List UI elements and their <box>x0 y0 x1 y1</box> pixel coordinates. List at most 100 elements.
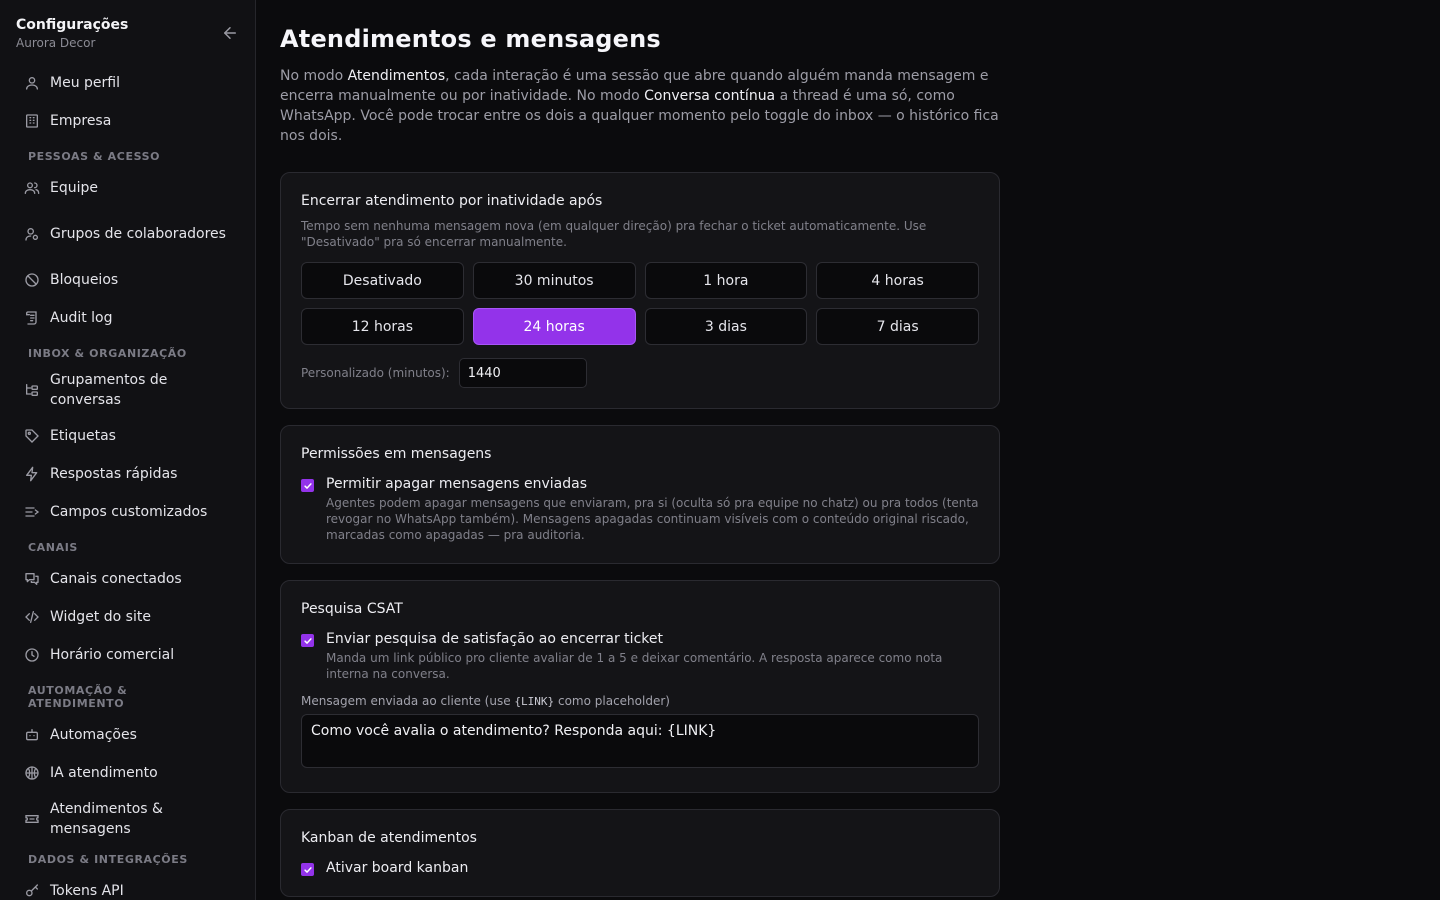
inactivity-option-button[interactable]: 3 dias <box>644 308 808 345</box>
sidebar-section-title: Automação & atendimento <box>28 684 128 710</box>
intro-highlight: Conversa contínua <box>644 88 776 104</box>
permissions-title: Permissões em mensagens <box>301 446 492 462</box>
sidebar-item-meu-perfil[interactable]: Meu perfil <box>12 64 243 102</box>
inactivity-card: Encerrar atendimento por inatividade apó… <box>280 172 1000 409</box>
inactivity-option-button[interactable]: 4 horas <box>816 262 979 299</box>
sidebar-item-empresa[interactable]: Empresa <box>12 102 243 140</box>
sidebar-item-label: Horário comercial <box>50 647 175 663</box>
csat-row: Enviar pesquisa de satisfação ao encerra… <box>301 631 979 682</box>
sidebar-item-horario[interactable]: Horário comercial <box>12 636 243 674</box>
sidebar-item-label: Tokens API <box>50 883 124 899</box>
sidebar-item-ia[interactable]: IA atendimento <box>12 754 243 792</box>
sidebar-item-label: Atendimentos & mensagens <box>50 801 163 837</box>
sidebar-section-title: Pessoas & acesso <box>28 150 161 163</box>
custom-minutes-row: Personalizado (minutos): <box>301 358 979 388</box>
intro-highlight: Atendimentos <box>347 68 446 84</box>
app-root: Configurações Aurora Decor Meu perfil Em… <box>0 0 1440 900</box>
tag-icon <box>24 428 40 444</box>
user-icon <box>24 75 40 91</box>
permissions-card: Permissões em mensagens Permitir apagar … <box>280 425 1000 564</box>
sidebar-item-grupamentos[interactable]: Grupamentos de conversas <box>12 366 243 414</box>
ban-icon <box>24 272 40 288</box>
kanban-card: Kanban de atendimentos Ativar board kanb… <box>280 809 1000 897</box>
sidebar-item-equipe[interactable]: Equipe <box>12 169 243 207</box>
collapse-sidebar-icon[interactable] <box>221 24 239 42</box>
sidebar-item-respostas-rapidas[interactable]: Respostas rápidas <box>12 455 243 493</box>
csat-message-label-text: Mensagem enviada ao cliente (use <box>301 694 515 708</box>
sidebar-item-label: Etiquetas <box>50 428 116 444</box>
folder-tree-icon <box>24 382 40 398</box>
sidebar-item-label: Grupos de colaboradores <box>50 226 226 242</box>
sidebar-item-label: Bloqueios <box>50 272 119 288</box>
sidebar-item-label: Grupamentos de conversas <box>50 372 168 408</box>
page-title: Atendimentos e mensagens <box>280 25 661 53</box>
delete-messages-checkbox[interactable] <box>301 479 314 492</box>
sidebar-item-campos-customizados[interactable]: Campos customizados <box>12 493 243 531</box>
sidebar-item-label: Canais conectados <box>50 571 182 587</box>
sidebar-item-label: Widget do site <box>50 609 151 625</box>
brain-icon <box>24 765 40 781</box>
settings-sidebar: Configurações Aurora Decor Meu perfil Em… <box>0 0 256 900</box>
chat-bubbles-icon <box>24 571 40 587</box>
delete-messages-help: Agentes podem apagar mensagens que envia… <box>326 496 979 542</box>
sidebar-item-widget[interactable]: Widget do site <box>12 598 243 636</box>
zap-icon <box>24 466 40 482</box>
csat-checkbox[interactable] <box>301 634 314 647</box>
sidebar-item-label: Empresa <box>50 113 112 129</box>
kanban-row: Ativar board kanban <box>301 860 979 876</box>
inactivity-option-button[interactable]: 12 horas <box>301 308 464 345</box>
inactivity-option-button[interactable]: 24 horas <box>472 308 636 345</box>
sidebar-item-bloqueios[interactable]: Bloqueios <box>12 261 243 299</box>
kanban-title: Kanban de atendimentos <box>301 830 477 846</box>
sidebar-subtitle: Aurora Decor <box>16 36 96 50</box>
user-group-icon <box>24 226 40 242</box>
custom-minutes-label: Personalizado (minutos): <box>301 366 450 380</box>
custom-minutes-input[interactable] <box>458 358 587 388</box>
sidebar-item-canais-conectados[interactable]: Canais conectados <box>12 560 243 598</box>
bot-icon <box>24 727 40 743</box>
sidebar-item-automacoes[interactable]: Automações <box>12 716 243 754</box>
form-list-icon <box>24 504 40 520</box>
code-icon <box>24 609 40 625</box>
inactivity-option-button[interactable]: 1 hora <box>644 262 808 299</box>
csat-label: Enviar pesquisa de satisfação ao encerra… <box>326 631 663 647</box>
sidebar-item-audit-log[interactable]: Audit log <box>12 299 243 337</box>
sidebar-item-label: Automações <box>50 727 137 743</box>
sidebar-item-label: Campos customizados <box>50 504 208 520</box>
sidebar-item-grupos[interactable]: Grupos de colaboradores <box>12 210 243 258</box>
check-icon <box>303 637 312 644</box>
csat-title: Pesquisa CSAT <box>301 601 403 617</box>
intro-text: No modo <box>280 68 348 84</box>
sidebar-item-label: Audit log <box>50 310 113 326</box>
inactivity-description: Tempo sem nenhuma mensagem nova (em qual… <box>301 219 927 249</box>
sidebar-item-label: Meu perfil <box>50 75 120 91</box>
kanban-checkbox[interactable] <box>301 863 314 876</box>
sidebar-header: Configurações Aurora Decor <box>0 0 255 64</box>
sidebar-item-label: IA atendimento <box>50 765 158 781</box>
csat-placeholder-code: {LINK} <box>514 695 555 708</box>
sidebar-section-title: Canais <box>28 541 78 554</box>
inactivity-option-button[interactable]: 30 minutos <box>472 262 636 299</box>
sidebar-item-tokens[interactable]: Tokens API <box>12 872 243 900</box>
ticket-icon <box>24 811 40 827</box>
delete-messages-row: Permitir apagar mensagens enviadas Agent… <box>301 476 979 543</box>
kanban-label: Ativar board kanban <box>326 860 469 876</box>
settings-main: Atendimentos e mensagens No modo Atendim… <box>256 0 1440 900</box>
sidebar-title: Configurações <box>16 17 129 33</box>
sidebar-section-title: Dados & integrações <box>28 853 188 866</box>
sidebar-section-title: Inbox & organização <box>28 347 187 360</box>
csat-message-label: Mensagem enviada ao cliente (use {LINK} … <box>301 694 979 708</box>
sidebar-item-label: Respostas rápidas <box>50 466 178 482</box>
inactivity-option-button[interactable]: Desativado <box>301 262 464 299</box>
check-icon <box>303 482 312 489</box>
sidebar-nav: Meu perfil Empresa Pessoas & acesso Equi… <box>0 64 255 900</box>
sidebar-item-etiquetas[interactable]: Etiquetas <box>12 417 243 455</box>
csat-help: Manda um link público pro cliente avalia… <box>326 651 943 681</box>
page-intro: No modo Atendimentos, cada interação é u… <box>280 66 1000 146</box>
sidebar-item-atendimentos[interactable]: Atendimentos & mensagens <box>12 795 243 843</box>
delete-messages-label: Permitir apagar mensagens enviadas <box>326 476 588 492</box>
csat-message-textarea[interactable]: Como você avalia o atendimento? Responda… <box>301 714 979 768</box>
scroll-icon <box>24 310 40 326</box>
inactivity-options: Desativado 30 minutos 1 hora 4 horas 12 … <box>301 262 979 345</box>
inactivity-option-button[interactable]: 7 dias <box>816 308 979 345</box>
